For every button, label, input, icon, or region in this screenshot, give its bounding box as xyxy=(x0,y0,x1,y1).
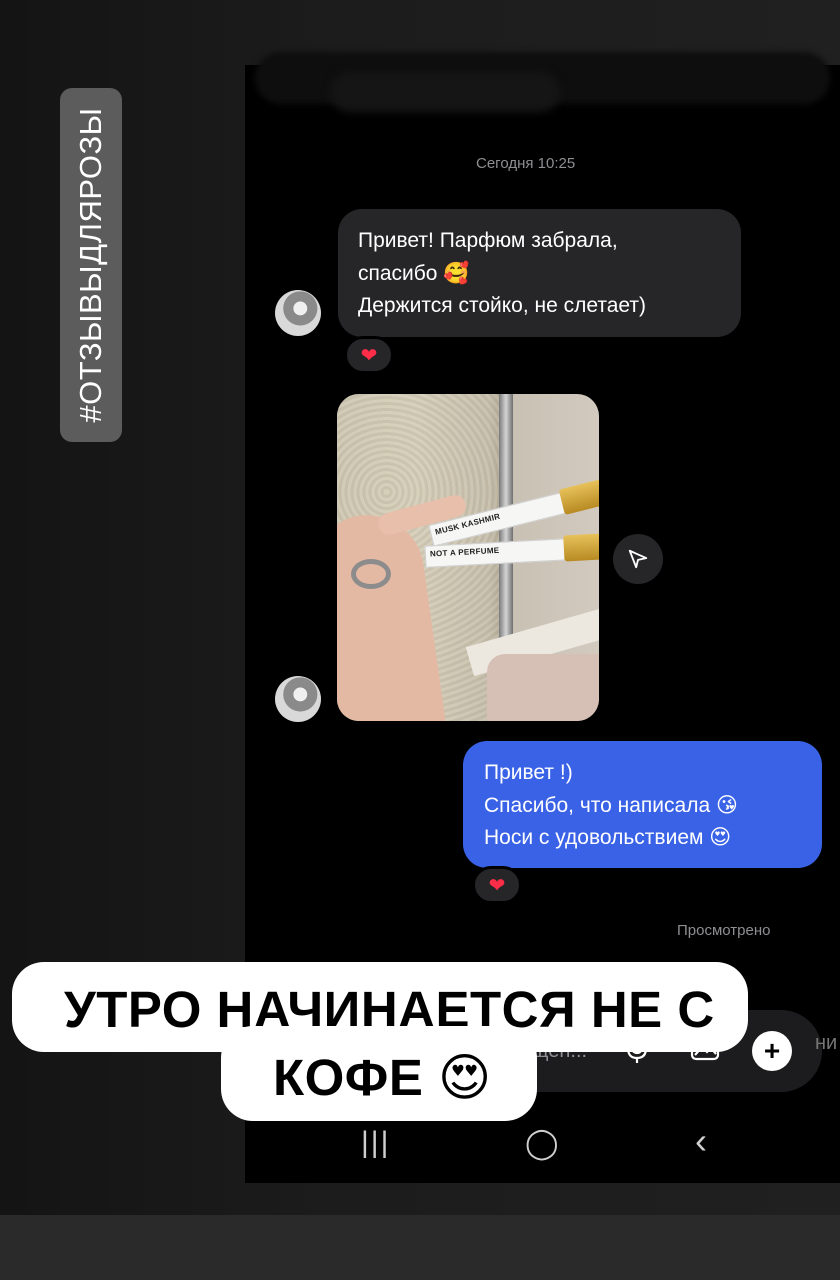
seen-status: Просмотрено xyxy=(677,922,771,939)
message-line: спасибо 🥰 xyxy=(358,262,470,285)
heart-icon: ❤ xyxy=(360,344,378,367)
hashtag-sticker: #ОТЗЫВЫДЛЯРОЗЫ xyxy=(60,88,122,442)
photo-cushion xyxy=(487,654,599,721)
cropped-edge-glyph: ни xyxy=(815,1032,838,1054)
vial-label: NOT A PERFUME xyxy=(429,545,500,559)
photo-ring xyxy=(351,559,391,589)
message-line: Привет! Парфюм забрала, xyxy=(358,229,618,252)
vial-cap xyxy=(558,478,599,515)
heart-reaction[interactable]: ❤ xyxy=(472,866,522,904)
outgoing-message-bubble[interactable]: Привет !) Спасибо, что написала 😘 Носи с… xyxy=(463,741,822,868)
contact-avatar[interactable] xyxy=(275,290,321,336)
caption-text: КОФЕ 😍 xyxy=(273,1049,492,1106)
back-icon[interactable]: ‹ xyxy=(695,1120,707,1162)
message-line: Привет !) xyxy=(484,761,573,784)
home-icon[interactable]: ◯ xyxy=(525,1126,559,1161)
blurred-username xyxy=(330,72,560,112)
plus-icon: + xyxy=(763,1035,781,1066)
plus-button[interactable]: + xyxy=(752,1031,792,1071)
message-line: Спасибо, что написала 😘 xyxy=(484,794,738,817)
caption-sticker-line2: КОФЕ 😍 xyxy=(221,1026,537,1121)
story-bottom-bar xyxy=(0,1215,840,1280)
heart-reaction[interactable]: ❤ xyxy=(344,336,394,374)
shared-photo[interactable]: MUSK KASHMIR NOT A PERFUME xyxy=(337,394,599,721)
heart-icon: ❤ xyxy=(488,874,506,897)
message-line: Носи с удовольствием 😍 xyxy=(484,826,732,849)
incoming-message-bubble[interactable]: Привет! Парфюм забрала, спасибо 🥰 Держит… xyxy=(338,209,741,337)
hashtag-text: #ОТЗЫВЫДЛЯРОЗЫ xyxy=(73,107,108,423)
chat-timestamp: Сегодня 10:25 xyxy=(476,155,576,172)
contact-avatar[interactable] xyxy=(275,676,321,722)
vial-cap xyxy=(563,533,599,562)
send-icon xyxy=(628,549,648,569)
recents-icon[interactable]: ||| xyxy=(361,1126,390,1160)
share-button[interactable] xyxy=(613,534,663,584)
message-line: Держится стойко, не слетает) xyxy=(358,294,647,317)
